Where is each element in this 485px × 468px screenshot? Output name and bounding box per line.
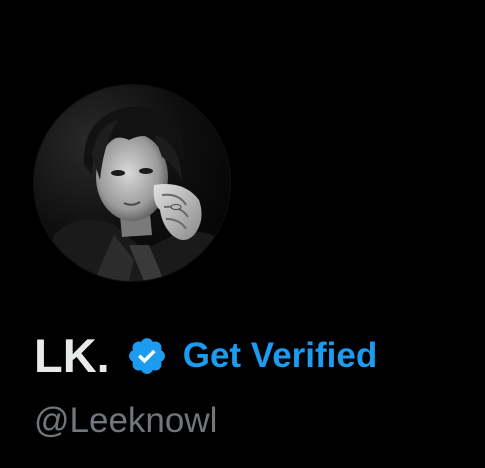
verified-badge-icon (126, 335, 168, 377)
avatar[interactable] (34, 85, 230, 281)
avatar-photo (34, 85, 230, 281)
get-verified-link[interactable]: Get Verified (183, 330, 378, 382)
display-name: LK. (34, 329, 110, 382)
user-handle: @Leeknowl (34, 401, 218, 440)
profile-header: LK. Get Verified @Leeknowl (0, 0, 485, 468)
name-row: LK. Get Verified (34, 330, 377, 382)
